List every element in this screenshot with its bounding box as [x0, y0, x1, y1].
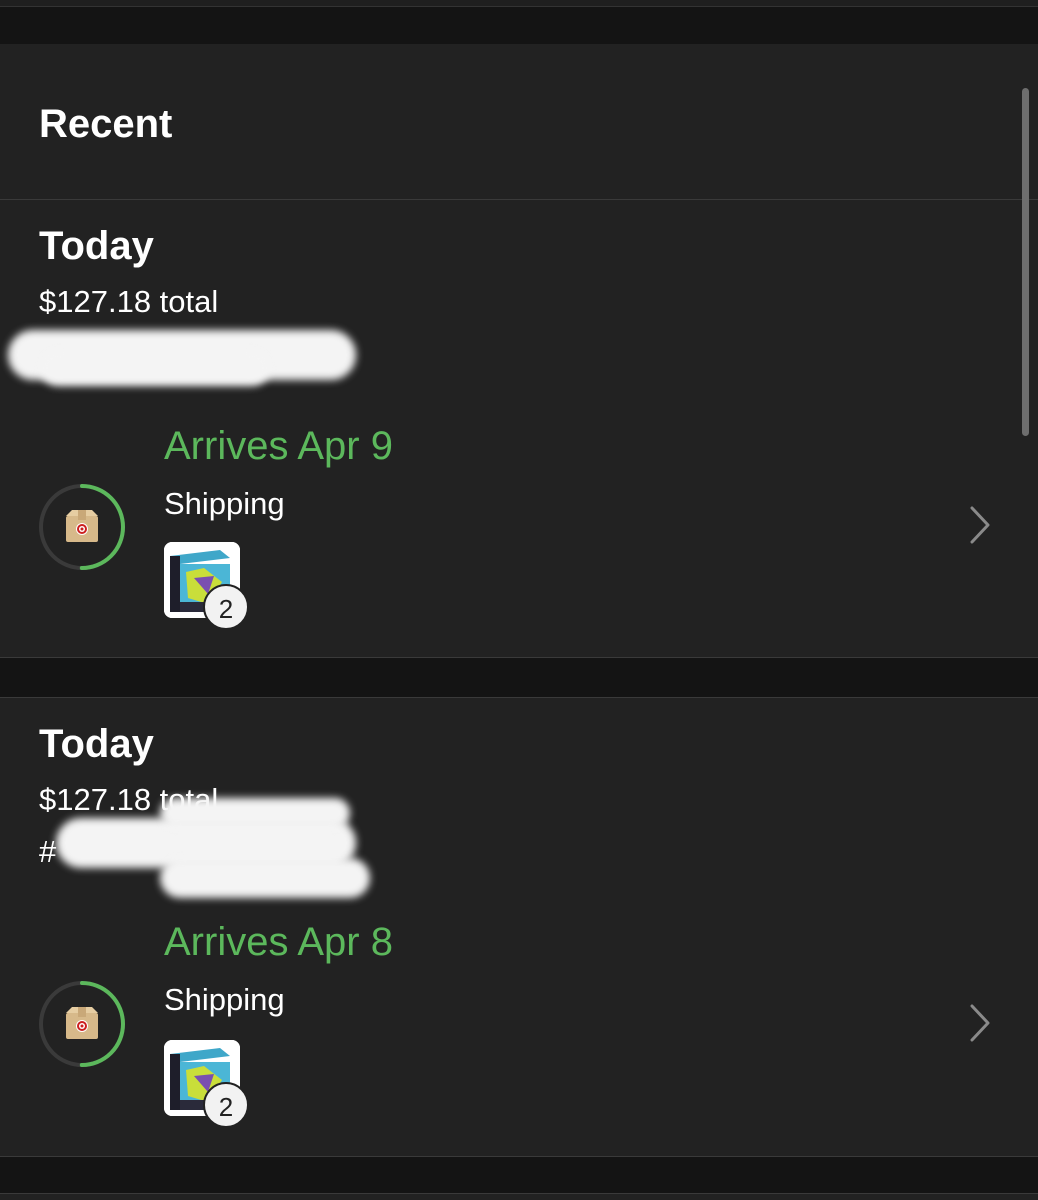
- order-total: $127.18 total: [39, 284, 219, 319]
- package-box-icon: [66, 510, 98, 542]
- section-title: Recent: [39, 102, 173, 146]
- order-date: Today: [39, 722, 154, 766]
- redaction-mark: [160, 858, 370, 898]
- order-number: #: [39, 834, 57, 869]
- order-date: Today: [39, 224, 154, 268]
- redaction-mark: [160, 798, 350, 828]
- order-card[interactable]: Today $127.18 total # Arrives Apr 8 Ship…: [0, 697, 1038, 1157]
- arrival-date: Arrives Apr 8: [164, 920, 393, 964]
- scrollbar[interactable]: [1022, 88, 1029, 436]
- item-count-badge: 2: [203, 1082, 249, 1128]
- chevron-right-icon[interactable]: [962, 502, 998, 548]
- recent-header: Recent: [0, 44, 1038, 200]
- chevron-right-icon[interactable]: [962, 1000, 998, 1046]
- item-count-badge: 2: [203, 584, 249, 630]
- shipping-status: Shipping: [164, 982, 285, 1017]
- package-box-icon: [66, 1007, 98, 1039]
- arrival-date: Arrives Apr 9: [164, 424, 393, 468]
- orders-screen: Recent Today $127.18 total Arrives Apr 9…: [0, 0, 1038, 1200]
- next-order-card: [0, 1193, 1038, 1200]
- order-card[interactable]: Today $127.18 total Arrives Apr 9 Shippi…: [0, 200, 1038, 658]
- redaction-mark: [40, 350, 270, 386]
- shipping-status: Shipping: [164, 486, 285, 521]
- top-divider: [0, 0, 1038, 7]
